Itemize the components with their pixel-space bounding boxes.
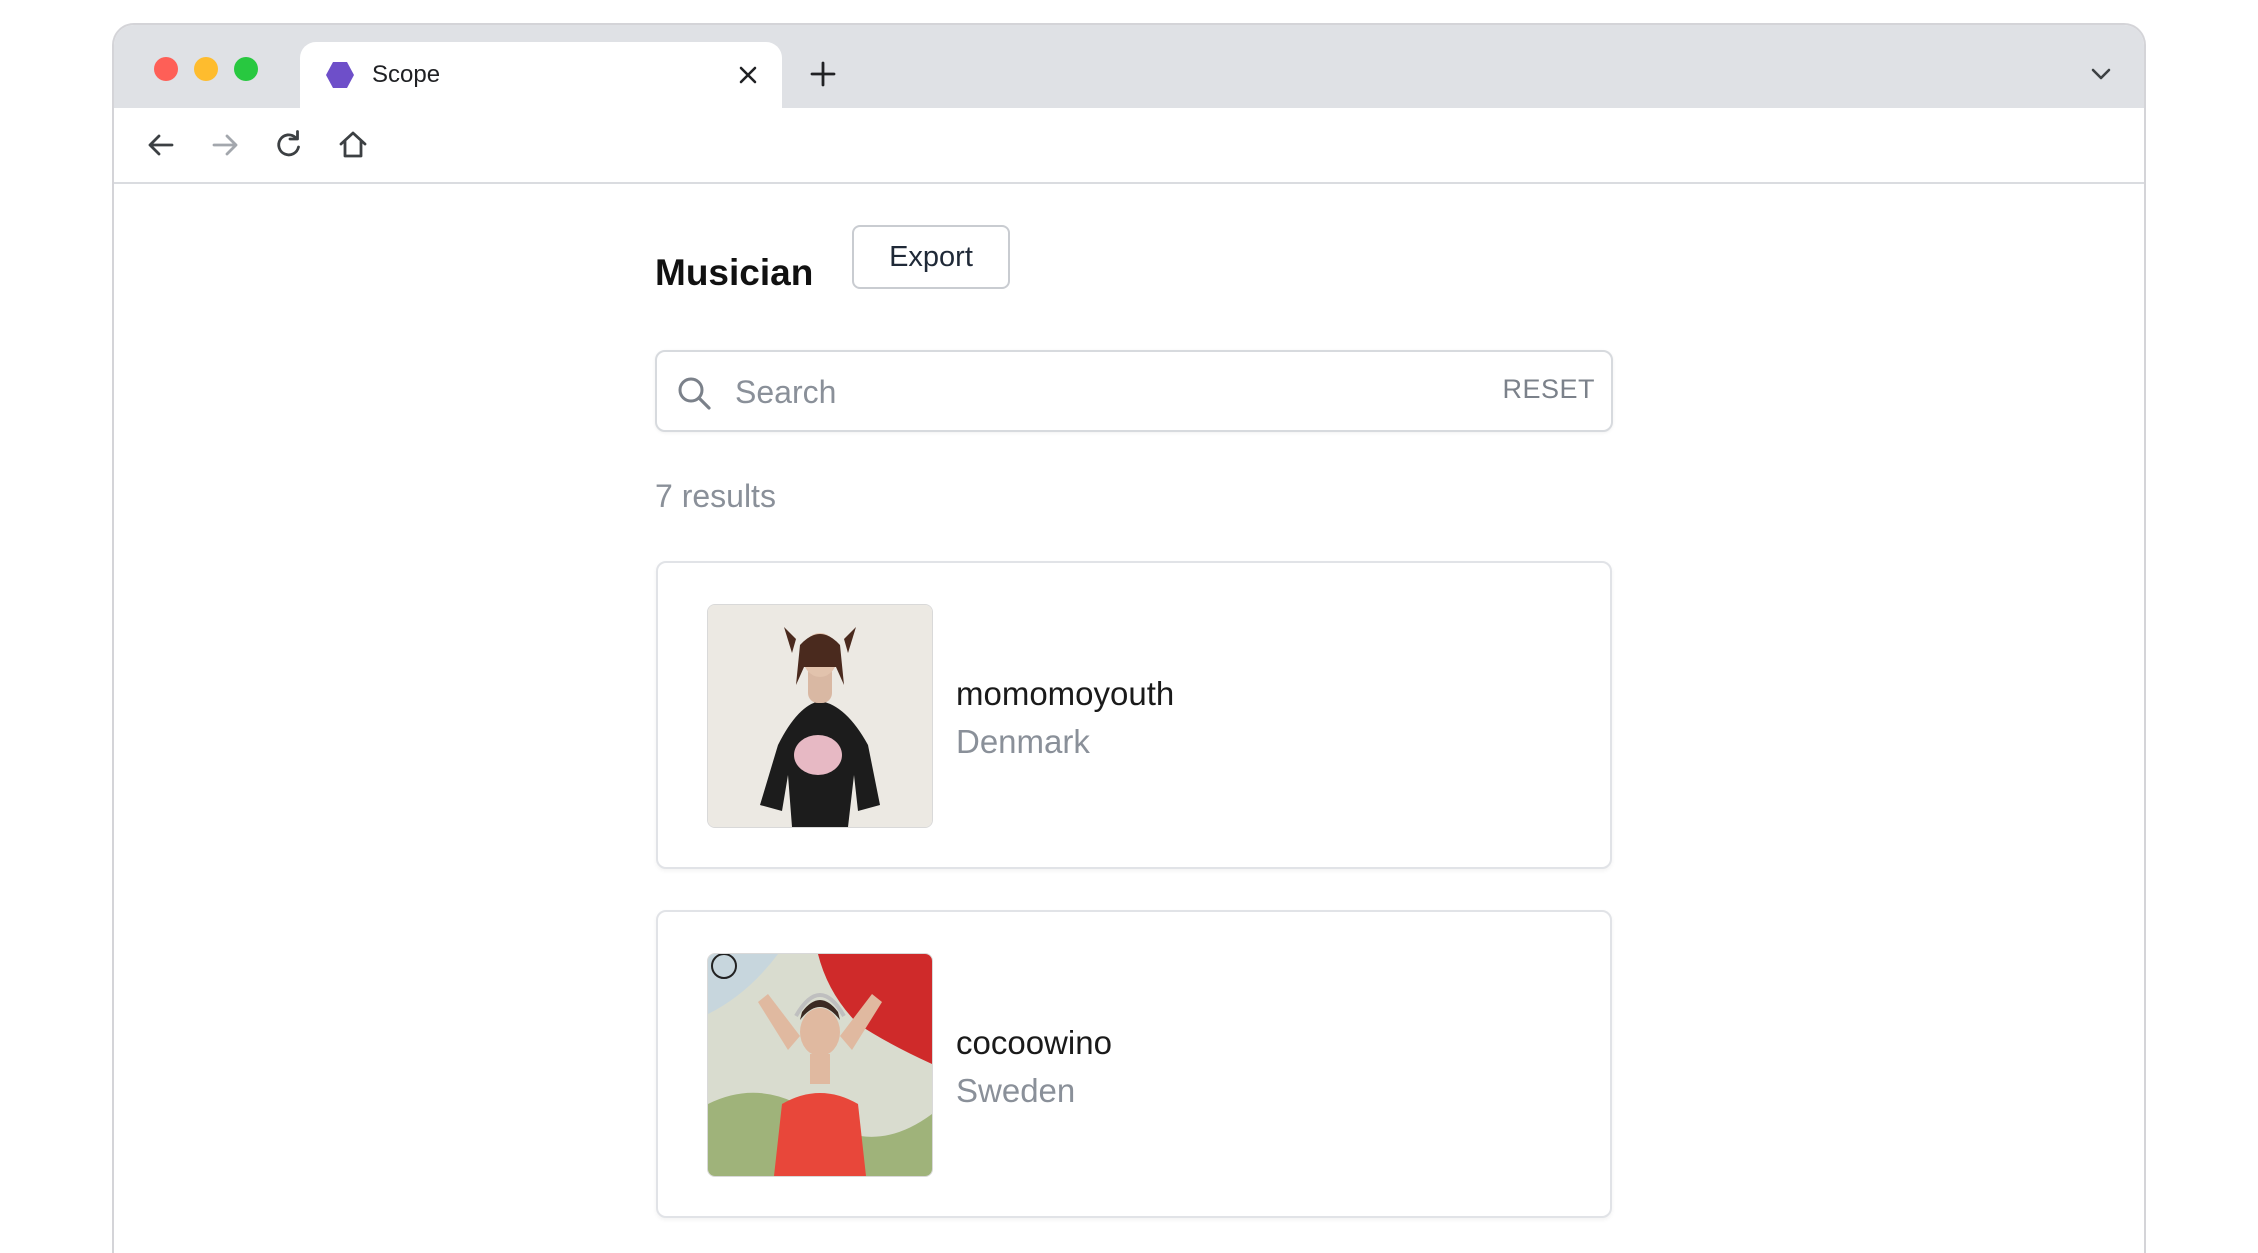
- musician-photo: [707, 953, 933, 1177]
- results-count: 7 results: [655, 478, 776, 514]
- search-box: RESET: [655, 350, 1613, 432]
- close-window-button[interactable]: [154, 57, 178, 81]
- musician-photo-image: [708, 954, 932, 1176]
- musician-photo: [707, 604, 933, 828]
- export-button[interactable]: Export: [852, 225, 1010, 289]
- musician-name: momomoyouth: [956, 675, 1175, 712]
- reload-icon[interactable]: [270, 126, 308, 164]
- arrow-left-icon[interactable]: [142, 126, 180, 164]
- search-input[interactable]: [735, 364, 1495, 420]
- purple-hexagon-icon: [326, 62, 354, 88]
- browser-window: Scope Musician Export Search RESET 7 res…: [112, 23, 2146, 1253]
- tab-scope[interactable]: Scope: [300, 42, 782, 108]
- reset-button[interactable]: RESET: [1502, 374, 1595, 405]
- search-icon: [678, 377, 711, 410]
- home-icon[interactable]: [334, 126, 372, 164]
- plus-icon[interactable]: [808, 59, 838, 89]
- musician-name: cocoowino: [956, 1024, 1112, 1061]
- tab-bar: Scope: [114, 25, 2144, 108]
- musician-photo-image: [708, 605, 932, 827]
- musician-country: Denmark: [956, 723, 1090, 760]
- chevron-down-icon[interactable]: [2088, 61, 2114, 87]
- musician-country: Sweden: [956, 1072, 1076, 1109]
- page-content: Musician Export RESET 7 results: [114, 184, 2144, 1253]
- page-title: Musician: [655, 252, 814, 293]
- musician-card[interactable]: cocoowino Sweden: [656, 910, 1612, 1218]
- browser-toolbar: [114, 108, 2144, 184]
- arrow-right-icon[interactable]: [206, 126, 244, 164]
- tab-title: Scope: [372, 61, 441, 88]
- minimize-window-button[interactable]: [194, 57, 218, 81]
- zoom-window-button[interactable]: [234, 57, 258, 81]
- close-icon[interactable]: [734, 61, 762, 89]
- musician-card[interactable]: momomoyouth Denmark: [656, 561, 1612, 869]
